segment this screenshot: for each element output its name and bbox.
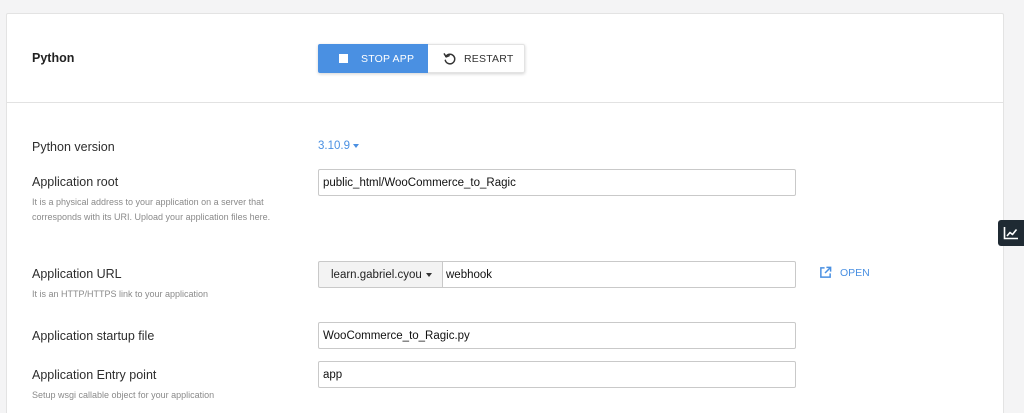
- app-root-help: It is a physical address to your applica…: [32, 197, 271, 222]
- stop-app-button[interactable]: STOP APP: [318, 44, 428, 73]
- card-header: Python STOP APP RESTART: [7, 14, 1003, 103]
- entry-point-label: Application Entry point: [32, 368, 157, 382]
- restart-icon: [443, 52, 456, 65]
- app-root-input[interactable]: public_html/WooCommerce_to_Ragic: [318, 169, 796, 196]
- open-url-link[interactable]: OPEN: [819, 266, 870, 279]
- entry-point-input[interactable]: app: [318, 361, 796, 388]
- app-url-help: It is an HTTP/HTTPS link to your applica…: [32, 289, 209, 299]
- open-label: OPEN: [840, 266, 870, 279]
- chevron-down-icon: [425, 272, 432, 277]
- app-url-label: Application URL: [32, 267, 122, 281]
- chevron-down-icon: [352, 144, 359, 148]
- app-url-field: learn.gabriel.cyou webhook: [318, 261, 796, 288]
- app-root-label: Application root: [32, 175, 119, 189]
- python-app-card: Python STOP APP RESTART Python version 3…: [6, 13, 1004, 413]
- domain-value: learn.gabriel.cyou: [331, 268, 422, 281]
- app-actions: STOP APP RESTART: [318, 44, 525, 73]
- entry-point-help: Setup wsgi callable object for your appl…: [32, 390, 215, 400]
- chart-trend-icon: [1003, 227, 1018, 240]
- url-path-input[interactable]: webhook: [443, 261, 796, 288]
- external-link-icon: [820, 266, 832, 278]
- app-title: Python: [32, 51, 75, 65]
- python-version-label: Python version: [32, 140, 115, 154]
- restart-label: RESTART: [464, 52, 514, 65]
- stop-app-label: STOP APP: [361, 52, 415, 65]
- startup-file-label: Application startup file: [32, 329, 155, 343]
- stop-square-icon: [339, 54, 348, 63]
- restart-button[interactable]: RESTART: [428, 44, 525, 73]
- side-widget-button[interactable]: [998, 220, 1024, 246]
- python-version-value: 3.10.9: [318, 140, 350, 152]
- domain-select[interactable]: learn.gabriel.cyou: [318, 261, 443, 288]
- startup-file-input[interactable]: WooCommerce_to_Ragic.py: [318, 322, 796, 349]
- python-version-select[interactable]: 3.10.9: [318, 140, 359, 152]
